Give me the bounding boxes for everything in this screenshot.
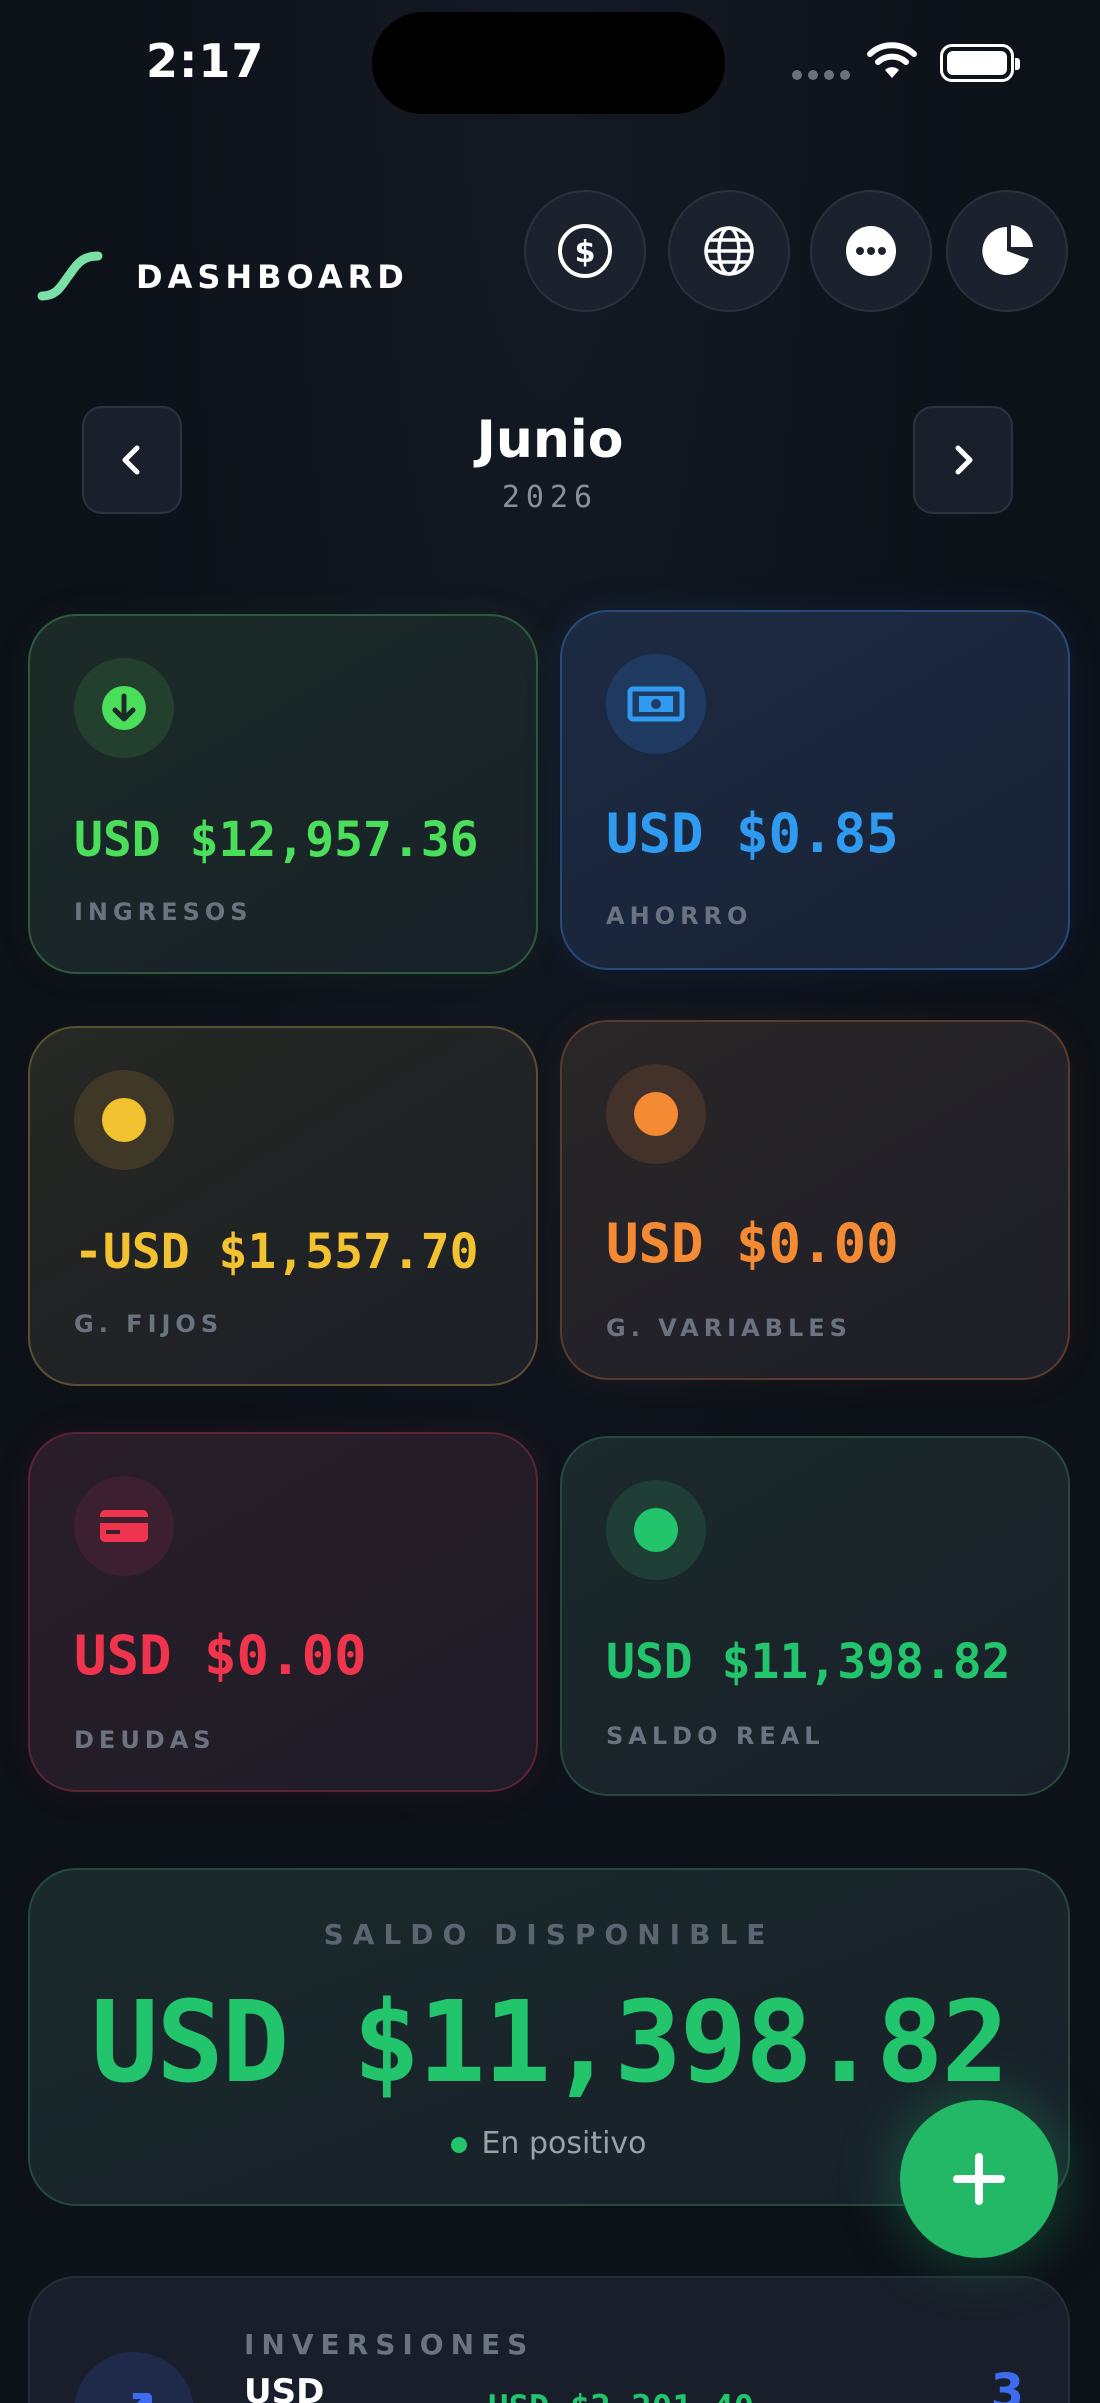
- fixed-expenses-card[interactable]: -USD $1,557.70 G. FIJOS: [28, 1026, 538, 1386]
- real-balance-icon: [606, 1480, 706, 1580]
- variable-expenses-value: USD $0.00: [606, 1212, 899, 1275]
- debts-value: USD $0.00: [74, 1624, 367, 1687]
- fixed-expenses-icon: [74, 1070, 174, 1170]
- savings-value: USD $0.85: [606, 802, 899, 865]
- app-logo-icon: [37, 251, 103, 301]
- signal-icon: [792, 70, 850, 80]
- investments-icon: ↗: [74, 2352, 194, 2403]
- globe-icon: [704, 226, 754, 276]
- real-balance-value: USD $11,398.82: [606, 1634, 1011, 1690]
- real-balance-card[interactable]: USD $11,398.82 SALDO REAL: [560, 1436, 1070, 1796]
- variable-expenses-icon: [606, 1064, 706, 1164]
- investments-card[interactable]: ↗ INVERSIONES USD USD $2,201.40 3: [28, 2276, 1070, 2403]
- status-dot-icon: [451, 2136, 468, 2153]
- globe-button[interactable]: [668, 190, 790, 312]
- real-balance-label: SALDO REAL: [606, 1722, 825, 1750]
- stats-button[interactable]: [946, 190, 1068, 312]
- available-balance-label: SALDO DISPONIBLE: [323, 1918, 775, 1951]
- income-label: INGRESOS: [74, 898, 253, 926]
- fixed-expenses-value: -USD $1,557.70: [74, 1224, 479, 1280]
- debts-icon: [74, 1476, 174, 1576]
- chevron-right-icon: [955, 445, 973, 475]
- next-month-button[interactable]: [913, 406, 1013, 514]
- app-title: DASHBOARD: [136, 258, 409, 296]
- debts-card[interactable]: USD $0.00 DEUDAS: [28, 1432, 538, 1792]
- variable-expenses-label: G. VARIABLES: [606, 1314, 852, 1342]
- wifi-icon: [867, 42, 917, 78]
- plus-icon: [953, 2153, 1005, 2205]
- investments-amount: USD $2,201.40: [488, 2388, 754, 2403]
- available-balance-value: USD $11,398.82: [90, 1978, 1009, 2108]
- income-value: USD $12,957.36: [74, 812, 479, 868]
- battery-icon: [940, 44, 1020, 82]
- income-card[interactable]: USD $12,957.36 INGRESOS: [28, 614, 538, 974]
- variable-expenses-card[interactable]: USD $0.00 G. VARIABLES: [560, 1020, 1070, 1380]
- investments-currency: USD: [244, 2372, 325, 2403]
- pie-chart-icon: [982, 225, 1033, 275]
- svg-text:$: $: [575, 235, 596, 270]
- savings-card[interactable]: USD $0.85 AHORRO: [560, 610, 1070, 970]
- fixed-expenses-label: G. FIJOS: [74, 1310, 224, 1338]
- add-transaction-button[interactable]: [900, 2100, 1058, 2258]
- more-icon: [846, 226, 896, 276]
- dashboard-screen: 2:17 DASHBOARD $ Junio 2026 USD $12,957.…: [0, 0, 1100, 2403]
- more-button[interactable]: [810, 190, 932, 312]
- savings-icon: [606, 654, 706, 754]
- balance-status-text: En positivo: [481, 2126, 647, 2161]
- status-time: 2:17: [146, 34, 265, 88]
- currency-button[interactable]: $: [524, 190, 646, 312]
- dynamic-island: [372, 12, 725, 114]
- investments-count: 3: [990, 2364, 1024, 2403]
- debts-label: DEUDAS: [74, 1726, 216, 1754]
- investments-label: INVERSIONES: [244, 2328, 535, 2361]
- savings-label: AHORRO: [606, 902, 753, 930]
- income-icon: [74, 658, 174, 758]
- currency-icon: $: [558, 224, 612, 278]
